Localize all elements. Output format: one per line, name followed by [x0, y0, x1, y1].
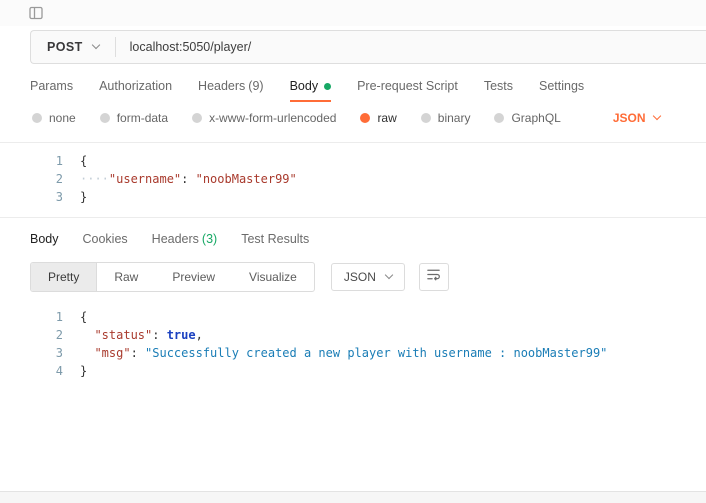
chevron-down-icon: [385, 271, 393, 279]
topbar: [0, 0, 706, 26]
response-view-switcher: Pretty Raw Preview Visualize: [30, 262, 315, 292]
tab-label: Headers: [152, 232, 199, 246]
wrap-text-icon: [426, 267, 441, 287]
response-body-viewer[interactable]: 1{2 "status": true,3 "msg": "Successfull…: [0, 308, 706, 380]
view-tab-preview[interactable]: Preview: [155, 263, 232, 291]
view-tab-pretty[interactable]: Pretty: [31, 263, 97, 291]
request-body-editor[interactable]: 1{2····"username": "noobMaster99"3}: [0, 142, 706, 218]
radio-label: GraphQL: [511, 111, 560, 125]
tab-label: Headers: [198, 79, 245, 93]
tab-pre-request-script[interactable]: Pre-request Script: [357, 79, 458, 102]
radio-icon: [100, 113, 110, 123]
radio-icon: [421, 113, 431, 123]
radio-label: x-www-form-urlencoded: [209, 111, 336, 125]
view-tab-label: Pretty: [48, 270, 79, 284]
code-line: 1{: [0, 308, 706, 326]
language-label: JSON: [613, 111, 646, 125]
response-toolbar: Pretty Raw Preview Visualize JSON: [30, 262, 706, 292]
radio-graphql[interactable]: GraphQL: [494, 111, 560, 125]
code-line: 1{: [0, 152, 706, 170]
response-tab-cookies[interactable]: Cookies: [83, 232, 128, 250]
tab-label: Body: [30, 232, 59, 246]
view-tab-label: Raw: [114, 270, 138, 284]
url-bar: POST localhost:5050/player/: [30, 30, 706, 64]
chevron-down-icon: [652, 112, 660, 120]
sidebar-layout-icon[interactable]: [28, 5, 44, 21]
body-type-row: none form-data x-www-form-urlencoded raw…: [32, 111, 706, 125]
line-number: 1: [0, 152, 63, 170]
radio-binary[interactable]: binary: [421, 111, 471, 125]
radio-label: raw: [377, 111, 396, 125]
response-tab-headers[interactable]: Headers (3): [152, 232, 218, 250]
request-tabs: Params Authorization Headers (9) Body Pr…: [30, 79, 706, 102]
response-language-dropdown[interactable]: JSON: [331, 263, 405, 291]
tab-tests[interactable]: Tests: [484, 79, 513, 102]
line-number: 3: [0, 344, 63, 362]
tab-settings[interactable]: Settings: [539, 79, 584, 102]
status-bar: [0, 491, 706, 503]
line-number: 3: [0, 188, 63, 206]
radio-form-data[interactable]: form-data: [100, 111, 168, 125]
tab-label: Settings: [539, 79, 584, 93]
tab-label: Pre-request Script: [357, 79, 458, 93]
method-dropdown[interactable]: POST: [31, 40, 115, 54]
radio-x-www-form-urlencoded[interactable]: x-www-form-urlencoded: [192, 111, 336, 125]
tab-headers[interactable]: Headers (9): [198, 79, 264, 102]
response-tab-test-results[interactable]: Test Results: [241, 232, 309, 250]
tab-body[interactable]: Body: [290, 79, 332, 102]
tab-label: Body: [290, 79, 319, 93]
tab-label: Params: [30, 79, 73, 93]
response-tabs: Body Cookies Headers (3) Test Results: [30, 232, 706, 250]
view-tab-visualize[interactable]: Visualize: [232, 263, 314, 291]
view-tab-label: Preview: [172, 270, 215, 284]
body-modified-dot: [324, 83, 331, 90]
line-number: 2: [0, 326, 63, 344]
radio-raw[interactable]: raw: [360, 111, 396, 125]
wrap-text-button[interactable]: [419, 263, 449, 291]
radio-selected-icon: [360, 113, 370, 123]
tab-label: Authorization: [99, 79, 172, 93]
line-number: 2: [0, 170, 63, 188]
headers-count: (9): [248, 79, 263, 93]
postman-request-view: POST localhost:5050/player/ Params Autho…: [0, 0, 706, 503]
tab-label: Test Results: [241, 232, 309, 246]
code-line: 2····"username": "noobMaster99": [0, 170, 706, 188]
language-label: JSON: [344, 270, 376, 284]
tab-label: Cookies: [83, 232, 128, 246]
radio-icon: [494, 113, 504, 123]
method-label: POST: [47, 40, 83, 54]
url-input[interactable]: localhost:5050/player/: [116, 40, 252, 54]
request-url-row: POST localhost:5050/player/: [30, 30, 706, 64]
code-line: 2 "status": true,: [0, 326, 706, 344]
code-line: 4}: [0, 362, 706, 380]
response-tab-body[interactable]: Body: [30, 232, 59, 250]
view-tab-raw[interactable]: Raw: [97, 263, 155, 291]
code-line: 3 "msg": "Successfully created a new pla…: [0, 344, 706, 362]
line-number: 4: [0, 362, 63, 380]
line-number: 1: [0, 308, 63, 326]
radio-label: form-data: [117, 111, 168, 125]
tab-label: Tests: [484, 79, 513, 93]
headers-count: (3): [202, 232, 217, 246]
chevron-down-icon: [91, 41, 99, 49]
request-language-dropdown[interactable]: JSON: [613, 111, 660, 125]
radio-none[interactable]: none: [32, 111, 76, 125]
radio-icon: [32, 113, 42, 123]
code-line: 3}: [0, 188, 706, 206]
tab-authorization[interactable]: Authorization: [99, 79, 172, 102]
view-tab-label: Visualize: [249, 270, 297, 284]
active-tab-underline: [290, 100, 332, 102]
radio-label: none: [49, 111, 76, 125]
tab-params[interactable]: Params: [30, 79, 73, 102]
radio-icon: [192, 113, 202, 123]
radio-label: binary: [438, 111, 471, 125]
